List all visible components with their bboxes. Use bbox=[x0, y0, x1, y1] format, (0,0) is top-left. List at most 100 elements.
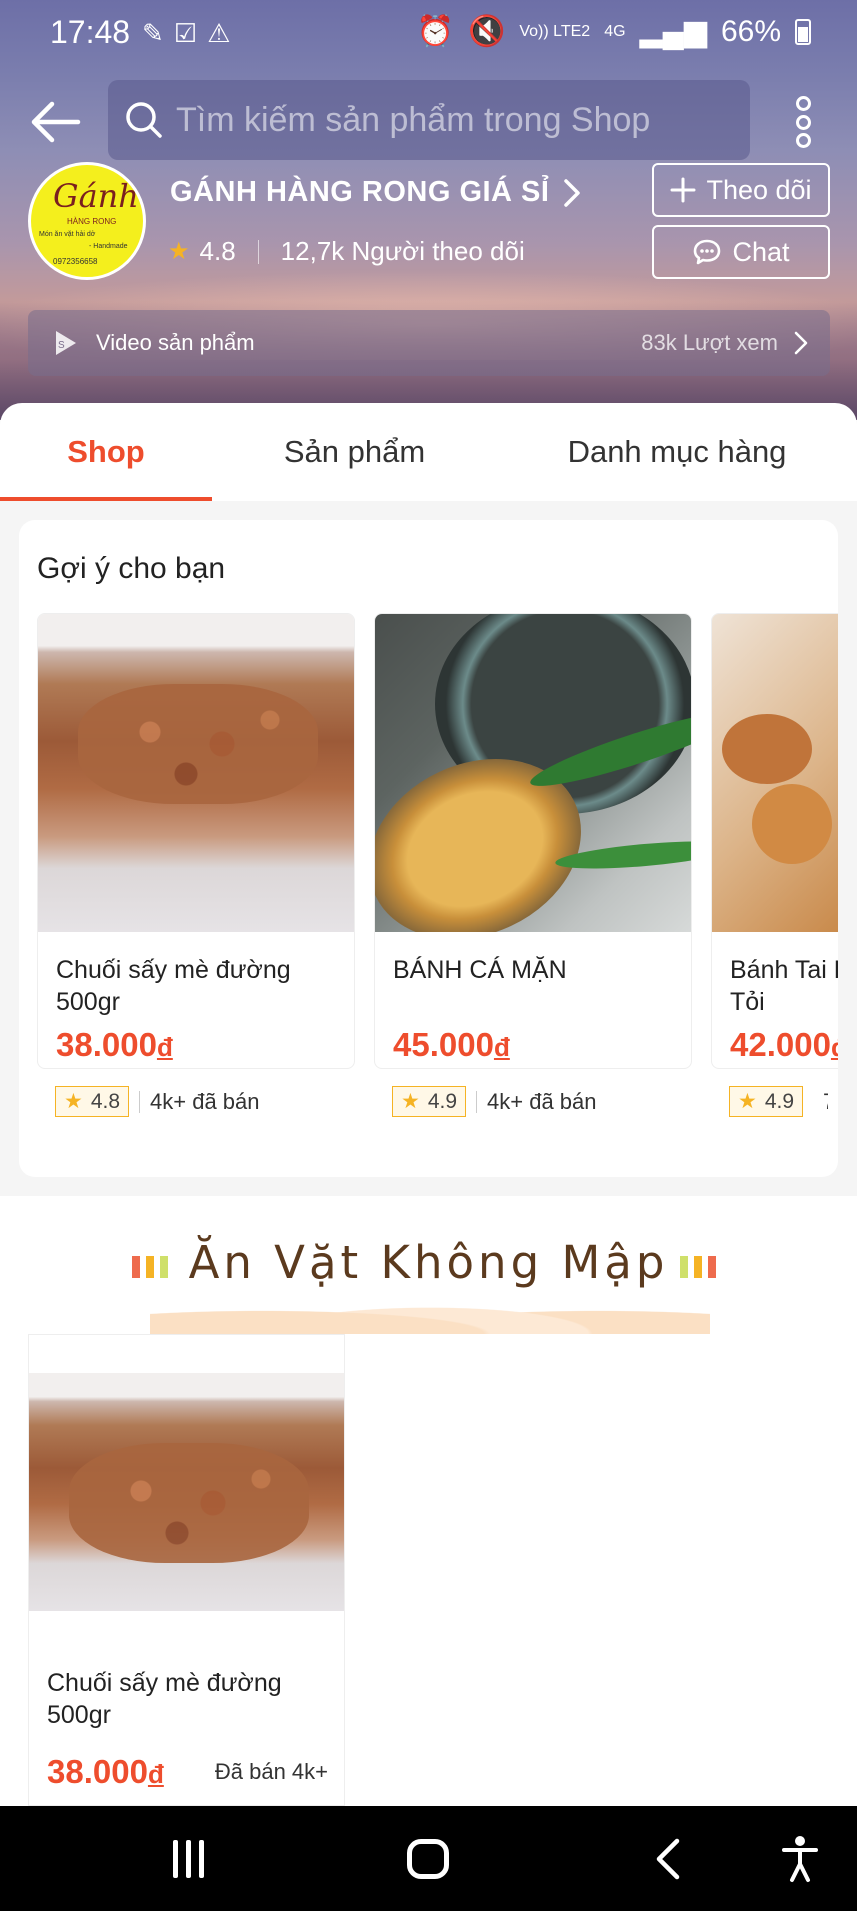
sold-count: 4k+ đã bán bbox=[150, 1088, 260, 1114]
arrow-left-icon bbox=[31, 101, 81, 143]
system-nav-bar bbox=[0, 1806, 857, 1911]
tab-shop[interactable]: Shop bbox=[0, 403, 212, 501]
logo-line2: - Handmade bbox=[89, 243, 128, 250]
tab-categories[interactable]: Danh mục hàng bbox=[497, 403, 857, 501]
system-back-button[interactable] bbox=[638, 1834, 698, 1884]
product-name: BÁNH CÁ MẶN bbox=[393, 956, 567, 984]
accessibility-icon bbox=[782, 1836, 818, 1882]
divider bbox=[139, 1090, 141, 1113]
status-time: 17:48 bbox=[50, 14, 131, 50]
chat-bubble-icon bbox=[694, 239, 721, 265]
plus-icon bbox=[670, 177, 696, 203]
shop-followers: 12,7k Người theo dõi bbox=[280, 236, 525, 266]
dot-icon bbox=[795, 114, 811, 130]
dot-icon bbox=[795, 96, 811, 111]
signal-icon: ▂▄▆ bbox=[639, 15, 707, 48]
chat-button[interactable]: Chat bbox=[652, 225, 830, 279]
accessibility-button[interactable] bbox=[770, 1834, 830, 1884]
banana-chips-graphic bbox=[69, 1443, 309, 1563]
sold-count: Đã bán 4k+ bbox=[214, 1759, 328, 1784]
video-views: 83k Lượt xem bbox=[641, 330, 778, 355]
check-square-icon: ☑ bbox=[173, 18, 208, 48]
product-footer: ★ 4.8 4k+ đã bán bbox=[55, 1086, 260, 1117]
product-card[interactable]: Bánh Tai Heo Mắm Ớt Tỏi 42.000đ bbox=[711, 613, 838, 1069]
recent-apps-icon bbox=[172, 1840, 178, 1878]
product-image bbox=[38, 614, 354, 932]
star-icon: ★ bbox=[168, 238, 190, 265]
video-label: Video sản phẩm bbox=[96, 330, 255, 355]
product-footer: ★4.9 7 bbox=[729, 1086, 828, 1117]
product-price: 42.000đ bbox=[730, 1026, 838, 1063]
back-button[interactable] bbox=[28, 100, 82, 144]
shop-meta: ★ 4.8 12,7k Người theo dõi bbox=[168, 236, 525, 267]
alarm-icon: ⏰ bbox=[416, 15, 454, 48]
rating-badge: ★ 4.8 bbox=[55, 1086, 130, 1117]
sold-count: 7 bbox=[823, 1089, 828, 1115]
video-products-bar[interactable]: S Video sản phẩm 83k Lượt xem bbox=[28, 310, 830, 376]
product-name: Bánh Tai Heo Mắm Ớt Tỏi bbox=[730, 956, 838, 1016]
shop-name-link[interactable]: GÁNH HÀNG RONG GIÁ SỈ bbox=[170, 176, 581, 209]
warning-icon: ⚠ bbox=[207, 18, 241, 48]
follow-button[interactable]: Theo dõi bbox=[652, 163, 830, 217]
battery-percent: 66% bbox=[720, 14, 781, 48]
section-hills-decoration bbox=[150, 1288, 710, 1334]
search-placeholder: Tìm kiếm sản phẩm trong Shop bbox=[176, 100, 651, 139]
mute-icon: 🔇 bbox=[468, 15, 506, 48]
product-image bbox=[29, 1373, 344, 1611]
product-footer: ★ 4.9 4k+ đã bán bbox=[392, 1086, 597, 1117]
status-right: ⏰ 🔇 Vo)) LTE2 4G ▂▄▆ 66% bbox=[417, 14, 811, 49]
product-card[interactable]: Chuối sấy mè đường 500gr 38.000đ bbox=[37, 613, 355, 1069]
tab-products[interactable]: Sản phẩm bbox=[212, 403, 497, 501]
shop-tabs: Shop Sản phẩm Danh mục hàng bbox=[0, 403, 857, 501]
shop-rating: 4.8 bbox=[199, 236, 236, 266]
logo-line1: Món ăn vặt hải dở bbox=[39, 231, 96, 238]
product-card[interactable]: Chuối sấy mè đường 500gr 38.000đ Đã bán … bbox=[28, 1334, 345, 1806]
section-title: Ăn Vặt Không Mập bbox=[188, 1236, 669, 1289]
search-icon bbox=[126, 102, 162, 138]
battery-icon bbox=[795, 18, 811, 45]
home-button[interactable] bbox=[398, 1834, 458, 1884]
recent-apps-button[interactable] bbox=[158, 1834, 218, 1884]
dot-icon bbox=[795, 133, 811, 148]
product-price: 38.000đ bbox=[47, 1753, 164, 1790]
recommend-carousel[interactable]: Chuối sấy mè đường 500gr 38.000đ BÁNH CÁ… bbox=[37, 613, 838, 1069]
logo-text: Gánh bbox=[53, 177, 139, 215]
chevron-right-icon bbox=[564, 178, 581, 207]
product-name: Chuối sấy mè đường 500gr bbox=[47, 1669, 282, 1729]
video-play-icon: S bbox=[56, 331, 76, 355]
product-image bbox=[712, 614, 838, 932]
product-price: 45.000đ bbox=[393, 1026, 510, 1063]
star-icon: ★ bbox=[64, 1090, 83, 1113]
rating-badge: ★ 4.9 bbox=[729, 1086, 804, 1117]
divider bbox=[257, 239, 259, 264]
network-type: 4G bbox=[604, 22, 626, 40]
sold-count: 4k+ đã bán bbox=[487, 1088, 597, 1114]
rating-badge: ★ 4.9 bbox=[392, 1086, 467, 1117]
star-icon: ★ bbox=[738, 1090, 757, 1113]
status-left-icons: ✎☑⚠ bbox=[142, 18, 240, 49]
svg-text:S: S bbox=[58, 340, 65, 351]
recommend-title: Gợi ý cho bạn bbox=[37, 552, 226, 585]
product-price: 38.000đ bbox=[56, 1026, 173, 1063]
brush-icon: ✎ bbox=[142, 18, 174, 48]
recommend-section: Gợi ý cho bạn Chuối sấy mè đường 500gr 3… bbox=[19, 520, 838, 1177]
shop-avatar[interactable]: Gánh HÀNG RONG Món ăn vặt hải dở - Handm… bbox=[28, 162, 146, 280]
more-options-button[interactable] bbox=[790, 96, 816, 148]
shop-name: GÁNH HÀNG RONG GIÁ SỈ bbox=[170, 176, 550, 208]
chip-graphic bbox=[752, 784, 832, 864]
star-icon: ★ bbox=[401, 1090, 420, 1113]
banana-chips-graphic bbox=[78, 684, 318, 804]
back-chevron-icon bbox=[656, 1838, 680, 1880]
product-card[interactable]: BÁNH CÁ MẶN 45.000đ bbox=[374, 613, 692, 1069]
product-name: Chuối sấy mè đường 500gr bbox=[56, 956, 291, 1016]
product-image bbox=[375, 614, 691, 932]
status-bar: 17:48 ✎☑⚠ ⏰ 🔇 Vo)) LTE2 4G ▂▄▆ 66% bbox=[0, 0, 857, 66]
chevron-right-icon bbox=[794, 331, 808, 355]
chip-graphic bbox=[722, 714, 812, 784]
logo-phone: 0972356658 bbox=[53, 257, 98, 266]
divider bbox=[476, 1090, 478, 1113]
shop-search-input[interactable]: Tìm kiếm sản phẩm trong Shop bbox=[108, 80, 750, 160]
chat-label: Chat bbox=[732, 236, 790, 267]
follow-label: Theo dõi bbox=[706, 174, 812, 205]
home-icon bbox=[407, 1839, 449, 1879]
